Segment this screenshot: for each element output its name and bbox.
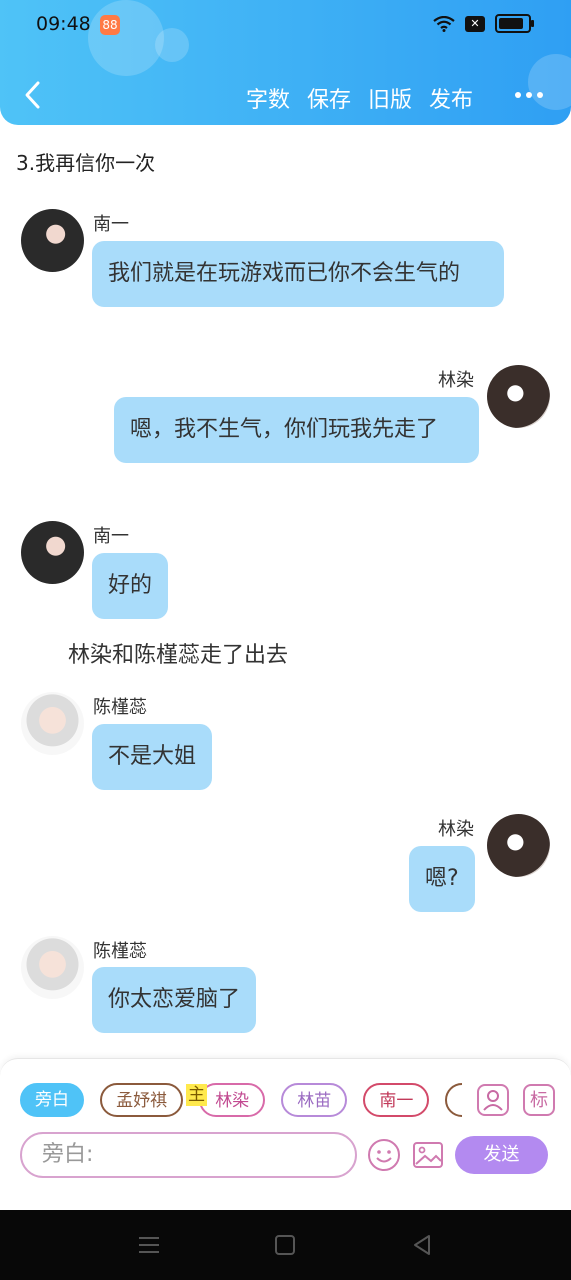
main-role-badge: 主 — [186, 1084, 207, 1106]
more-options-icon[interactable] — [515, 85, 547, 105]
sender-name: 陈槿蕊 — [93, 697, 147, 718]
decor-bubble — [88, 0, 164, 76]
narration-text[interactable]: 林染和陈槿蕊走了出去 — [68, 637, 288, 669]
home-icon[interactable] — [273, 1233, 297, 1257]
role-manage-icon[interactable] — [477, 1084, 509, 1116]
app-notification-icon: 88 — [100, 15, 120, 35]
chapter-title: 3.我再信你一次 — [16, 151, 156, 175]
avatar[interactable] — [21, 936, 84, 999]
back-arrow-icon[interactable] — [18, 78, 48, 112]
role-chip-narration[interactable]: 旁白 — [20, 1083, 84, 1117]
image-icon[interactable] — [411, 1138, 445, 1172]
sender-name: 林染 — [438, 819, 474, 840]
role-chip[interactable]: 林苗 — [281, 1083, 348, 1117]
message-bubble[interactable]: 我们就是在玩游戏而已你不会生气的 — [92, 241, 504, 307]
sender-name: 南一 — [93, 526, 129, 547]
status-time: 09:48 — [36, 13, 91, 35]
emoji-icon[interactable] — [367, 1138, 401, 1172]
back-icon[interactable] — [410, 1233, 434, 1257]
sender-name: 林染 — [438, 370, 474, 391]
word-count-button[interactable]: 字数 — [246, 82, 290, 114]
role-chip[interactable]: 南一 — [363, 1083, 430, 1117]
message-bubble[interactable]: 你太恋爱脑了 — [92, 967, 257, 1033]
header-menu: 字数 保存 旧版 发布 — [229, 82, 473, 114]
message-bubble[interactable]: 好的 — [92, 553, 169, 619]
old-version-button[interactable]: 旧版 — [368, 82, 412, 114]
battery-icon — [495, 14, 534, 33]
avatar[interactable] — [21, 521, 84, 584]
avatar[interactable] — [487, 365, 550, 428]
tag-button[interactable]: 标 — [523, 1084, 555, 1116]
publish-button[interactable]: 发布 — [429, 82, 473, 114]
role-chip[interactable]: 陈 — [445, 1083, 462, 1117]
sender-name: 陈槿蕊 — [93, 941, 147, 962]
message-bubble[interactable]: 嗯? — [409, 846, 475, 912]
avatar[interactable] — [21, 209, 84, 272]
save-button[interactable]: 保存 — [307, 82, 351, 114]
status-icons: ✕ — [433, 14, 534, 33]
menu-icon[interactable] — [137, 1233, 161, 1257]
role-chip-list[interactable]: 旁白 孟妤祺 林染 林苗 南一 陈 — [20, 1083, 462, 1121]
wifi-icon — [433, 15, 455, 32]
narration-input[interactable]: 旁白: — [20, 1132, 357, 1178]
top-header: 09:48 88 ✕ 字数 保存 旧版 发布 — [0, 0, 571, 125]
role-chip[interactable]: 孟妤祺 — [100, 1083, 184, 1117]
avatar[interactable] — [21, 692, 84, 755]
message-bubble[interactable]: 嗯，我不生气，你们玩我先走了 — [114, 397, 479, 463]
system-navigation-bar — [0, 1210, 571, 1280]
sender-name: 南一 — [93, 214, 129, 235]
avatar[interactable] — [487, 814, 550, 877]
send-button[interactable]: 发送 — [455, 1136, 548, 1174]
decor-bubble — [155, 28, 189, 62]
message-bubble[interactable]: 不是大姐 — [92, 724, 213, 790]
sim-off-icon: ✕ — [465, 15, 485, 32]
role-chip[interactable]: 林染 — [199, 1083, 266, 1117]
